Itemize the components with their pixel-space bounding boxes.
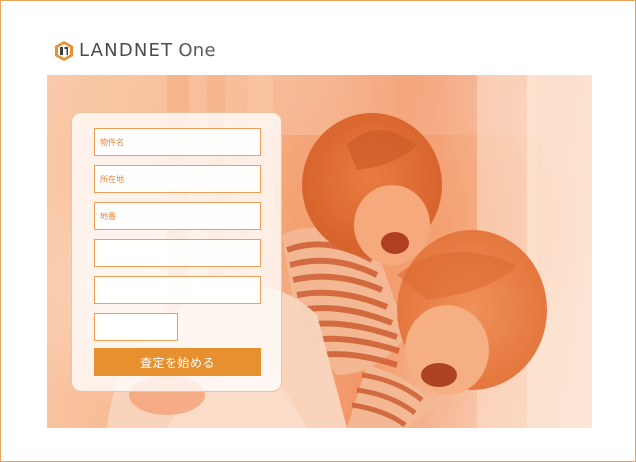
brand-logo[interactable]: LANDNET One <box>55 39 216 63</box>
field-6-input[interactable] <box>94 313 178 341</box>
location-input[interactable] <box>94 165 261 193</box>
property-name-input[interactable] <box>94 128 261 156</box>
brand-suffix: One <box>178 40 216 61</box>
field-5-input[interactable] <box>94 276 261 304</box>
lot-number-input[interactable] <box>94 202 261 230</box>
field-4-input[interactable] <box>94 239 261 267</box>
appraisal-form: 査定を始める <box>71 112 282 392</box>
start-appraisal-button[interactable]: 査定を始める <box>94 348 261 376</box>
brand-wordmark: LANDNET <box>79 40 174 61</box>
brand-name: LANDNET One <box>79 39 216 63</box>
app-window: LANDNET One 物件名 所在地 地番 査定を始める <box>0 0 636 462</box>
landnet-logo-icon <box>55 41 73 61</box>
